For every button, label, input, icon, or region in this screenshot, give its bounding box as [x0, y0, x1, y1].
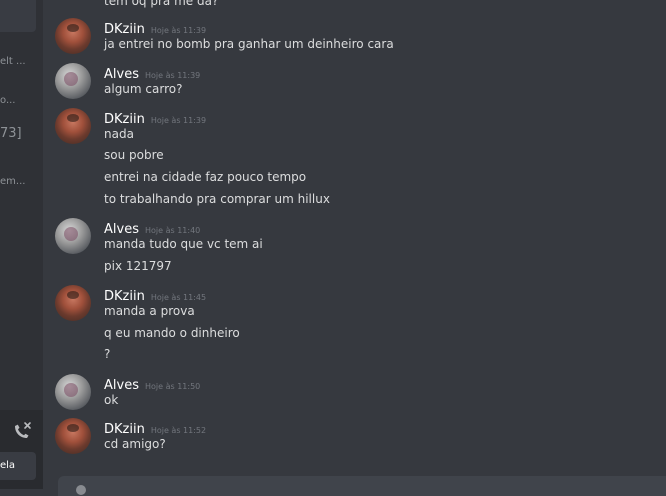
- message-text-partial: tem oq pra me da?: [104, 0, 219, 8]
- message-text: nada: [104, 127, 134, 141]
- chat-area: tem oq pra me da? DKziin Hoje às 11:39 ja…: [43, 0, 666, 489]
- message-header: Alves Hoje às 11:40: [104, 218, 200, 237]
- message-header: DKziin Hoje às 11:45: [104, 285, 206, 304]
- username[interactable]: Alves: [104, 67, 139, 82]
- timestamp: Hoje às 11:39: [144, 71, 201, 80]
- message-text: manda a prova: [104, 304, 195, 318]
- username[interactable]: DKziin: [104, 422, 145, 437]
- avatar-alves[interactable]: [55, 63, 91, 99]
- message-text: ok: [104, 393, 119, 407]
- message-text: to trabalhando pra comprar um hillux: [104, 192, 330, 206]
- timestamp: Hoje às 11:39: [150, 26, 207, 35]
- sidebar-active-label[interactable]: ela: [0, 452, 36, 480]
- timestamp: Hoje às 11:39: [150, 116, 207, 125]
- message-header: Alves Hoje às 11:50: [104, 374, 200, 393]
- message-text: q eu mando o dinheiro: [104, 326, 240, 340]
- avatar-dkziin[interactable]: [55, 108, 91, 144]
- timestamp: Hoje às 11:50: [144, 382, 201, 391]
- message-text: entrei na cidade faz pouco tempo: [104, 170, 307, 184]
- message-text: pix 121797: [104, 259, 172, 273]
- phone-hangup-icon[interactable]: [11, 420, 33, 442]
- avatar-dkziin[interactable]: [55, 418, 91, 454]
- message-text: cd amigo?: [104, 437, 166, 451]
- message-header: DKziin Hoje às 11:39: [104, 108, 206, 127]
- username[interactable]: DKziin: [104, 22, 145, 37]
- avatar-dkziin[interactable]: [55, 18, 91, 54]
- sidebar-fragment[interactable]: em...: [0, 176, 25, 187]
- message-text: sou pobre: [104, 148, 164, 162]
- username[interactable]: DKziin: [104, 112, 145, 127]
- timestamp: Hoje às 11:40: [144, 226, 201, 235]
- message-text: manda tudo que vc tem ai: [104, 237, 263, 251]
- sidebar-fragment[interactable]: 73]: [0, 126, 22, 141]
- username[interactable]: Alves: [104, 222, 139, 237]
- avatar-alves[interactable]: [55, 218, 91, 254]
- sidebar-fragment[interactable]: o...: [0, 95, 15, 106]
- message-text: ?: [104, 347, 111, 361]
- channel-item-selected[interactable]: [0, 0, 36, 32]
- message-header: DKziin Hoje às 11:52: [104, 418, 206, 437]
- username[interactable]: Alves: [104, 378, 139, 393]
- timestamp: Hoje às 11:45: [150, 293, 207, 302]
- sidebar-fragment[interactable]: elt ...: [0, 56, 26, 67]
- message-text: algum carro?: [104, 82, 183, 96]
- username[interactable]: DKziin: [104, 289, 145, 304]
- avatar-dkziin[interactable]: [55, 285, 91, 321]
- message-header: Alves Hoje às 11:39: [104, 63, 200, 82]
- message-text: ja entrei no bomb pra ganhar um deinheir…: [104, 37, 394, 51]
- message-input[interactable]: [58, 476, 666, 496]
- timestamp: Hoje às 11:52: [150, 426, 207, 435]
- message-header: DKziin Hoje às 11:39: [104, 18, 206, 37]
- attach-icon[interactable]: [76, 485, 86, 495]
- avatar-alves[interactable]: [55, 374, 91, 410]
